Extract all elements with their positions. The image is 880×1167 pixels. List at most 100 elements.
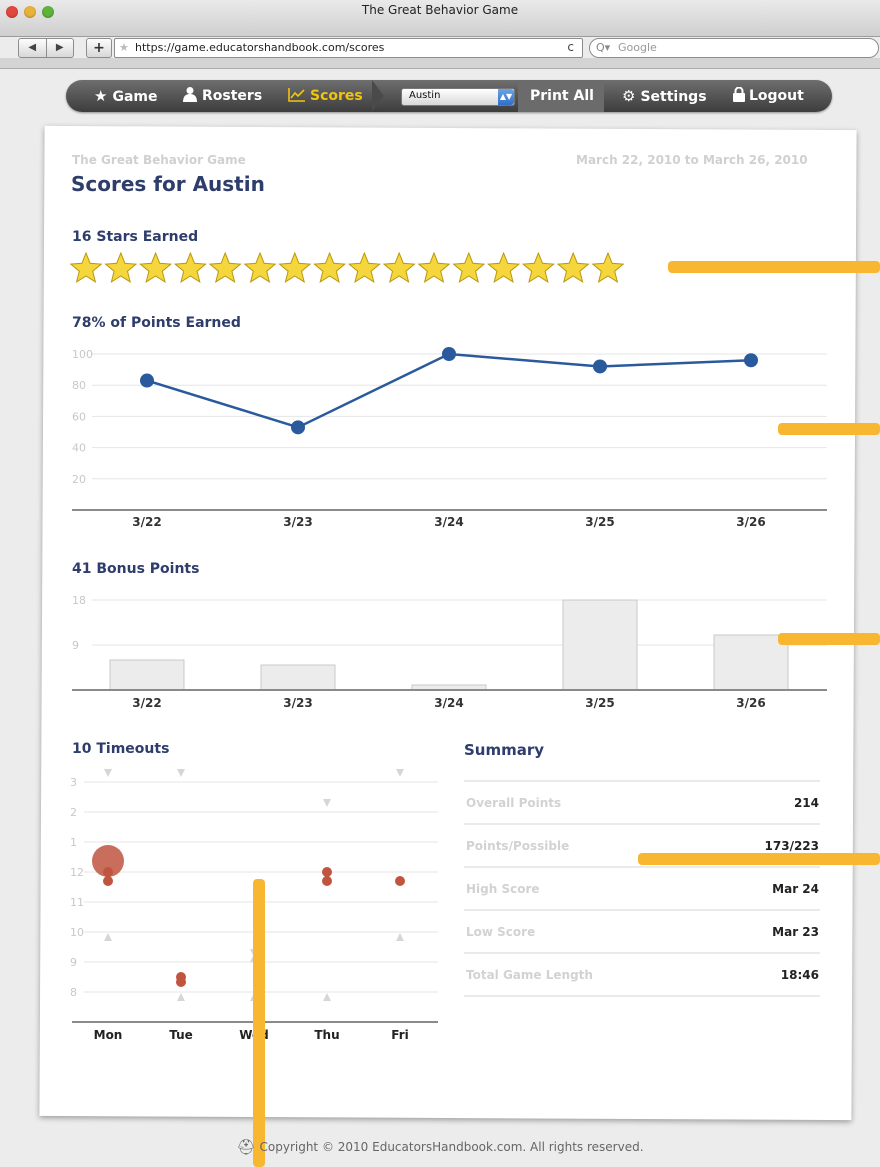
y-tick-label: 2 (70, 806, 77, 819)
x-tick-label: 3/24 (434, 515, 463, 529)
star-icon (139, 252, 173, 283)
y-tick-label: 9 (72, 639, 79, 652)
star-icon (278, 252, 312, 283)
y-tick-label: 60 (72, 410, 86, 423)
window-title: The Great Behavior Game (361, 3, 519, 17)
search-icon: Q▾ (596, 41, 611, 54)
star-icon (417, 252, 451, 283)
timeout-dot (103, 867, 113, 877)
x-tick-label: 3/22 (132, 515, 161, 529)
stars-row (70, 252, 625, 283)
star-icon (70, 252, 103, 283)
forward-button[interactable]: ▶ (45, 39, 74, 57)
star-icon: ★ (94, 87, 108, 105)
page-title: Scores for Austin (71, 172, 265, 196)
select-arrows-icon: ▲▼ (498, 89, 514, 105)
star-icon (313, 252, 347, 283)
summary-label: High Score (466, 882, 540, 896)
nav-game-label: Game (112, 89, 158, 105)
x-tick-label: 3/24 (434, 696, 463, 710)
nav-separator-arrow (372, 80, 384, 112)
points-heading: 78% of Points Earned (72, 315, 241, 331)
marker-triangle-up (177, 993, 185, 1001)
add-bookmark-button[interactable]: + (86, 38, 112, 58)
summary-label: Low Score (466, 925, 536, 939)
search-placeholder: Google (618, 41, 657, 54)
summary-label: Points/Possible (466, 839, 570, 853)
summary-label: Overall Points (466, 796, 562, 810)
y-tick-label: 40 (72, 442, 86, 455)
timeout-dot (322, 876, 332, 886)
x-tick-label: 3/25 (585, 515, 614, 529)
x-tick-label: 3/22 (132, 696, 161, 710)
x-tick-label: 3/25 (585, 696, 614, 710)
nav-scores[interactable]: Scores (288, 80, 363, 112)
print-all-label: Print All (530, 88, 594, 104)
star-icon (521, 252, 555, 283)
x-tick-label: 3/23 (283, 696, 312, 710)
logo-icon: ⛑ (236, 1138, 256, 1156)
window-titlebar: The Great Behavior Game (0, 0, 880, 37)
highlight-marker (253, 879, 265, 1167)
class-select[interactable]: Austin ▲▼ (401, 88, 515, 106)
marker-triangle-down (396, 769, 404, 777)
search-field[interactable]: Q▾ Google (589, 38, 879, 58)
nav-game[interactable]: ★ Game (94, 80, 157, 112)
toolbar-bottom-edge (0, 58, 880, 69)
nav-logout-label: Logout (749, 88, 804, 104)
report-date-range: March 22, 2010 to March 26, 2010 (576, 153, 808, 167)
data-point (593, 359, 607, 374)
bar (562, 599, 638, 691)
y-tick-label: 100 (72, 348, 93, 361)
history-buttons: ◀ ▶ (18, 38, 74, 58)
star-icon (452, 252, 486, 283)
x-tick-label: Mon (94, 1028, 123, 1042)
y-tick-label: 12 (70, 866, 84, 879)
data-point (291, 420, 305, 435)
data-point (744, 353, 758, 368)
y-tick-label: 11 (70, 896, 84, 909)
y-tick-label: 1 (70, 836, 77, 849)
summary-value: 18:46 (780, 968, 819, 982)
gear-icon: ⚙ (622, 87, 636, 105)
back-button[interactable]: ◀ (19, 39, 46, 57)
nav-logout[interactable]: Logout (732, 80, 804, 112)
reload-button[interactable]: c (567, 40, 574, 54)
bar (713, 634, 789, 691)
nav-scores-label: Scores (310, 88, 363, 104)
print-all-button[interactable]: Print All (518, 80, 604, 112)
x-tick-label: 3/23 (283, 515, 312, 529)
timeout-dot (176, 977, 186, 987)
nav-rosters-label: Rosters (202, 88, 263, 104)
x-tick-label: Fri (391, 1028, 408, 1042)
marker-triangle-down (104, 769, 112, 777)
url-text: https://game.educatorshandbook.com/score… (135, 41, 385, 54)
y-tick-label: 20 (72, 473, 86, 486)
data-point (442, 347, 456, 361)
y-tick-label: 3 (70, 776, 77, 789)
class-select-value: Austin (409, 90, 441, 101)
summary-heading: Summary (464, 741, 545, 759)
summary-value: 173/223 (764, 839, 819, 853)
stars-heading: 16 Stars Earned (72, 229, 199, 245)
nav-rosters[interactable]: Rosters (182, 80, 262, 112)
marker-triangle-down (323, 799, 331, 807)
nav-settings[interactable]: ⚙ Settings (622, 80, 707, 112)
address-bar[interactable]: ★ https://game.educatorshandbook.com/sco… (114, 38, 583, 58)
lock-icon (733, 86, 745, 102)
timeout-dot (322, 867, 332, 877)
star-icon (556, 252, 590, 283)
star-icon (173, 252, 207, 283)
y-tick-label: 8 (70, 986, 77, 999)
favicon-icon: ★ (119, 41, 129, 54)
data-point (140, 373, 154, 388)
timeout-dot (395, 876, 405, 886)
x-tick-label: Thu (314, 1028, 339, 1042)
marker-triangle-up (323, 993, 331, 1001)
marker-triangle-down (177, 769, 185, 777)
star-icon (487, 252, 521, 283)
report-app-name: The Great Behavior Game (72, 153, 246, 167)
y-tick-label: 9 (70, 956, 77, 969)
star-icon (347, 252, 381, 283)
star-icon (591, 252, 625, 283)
